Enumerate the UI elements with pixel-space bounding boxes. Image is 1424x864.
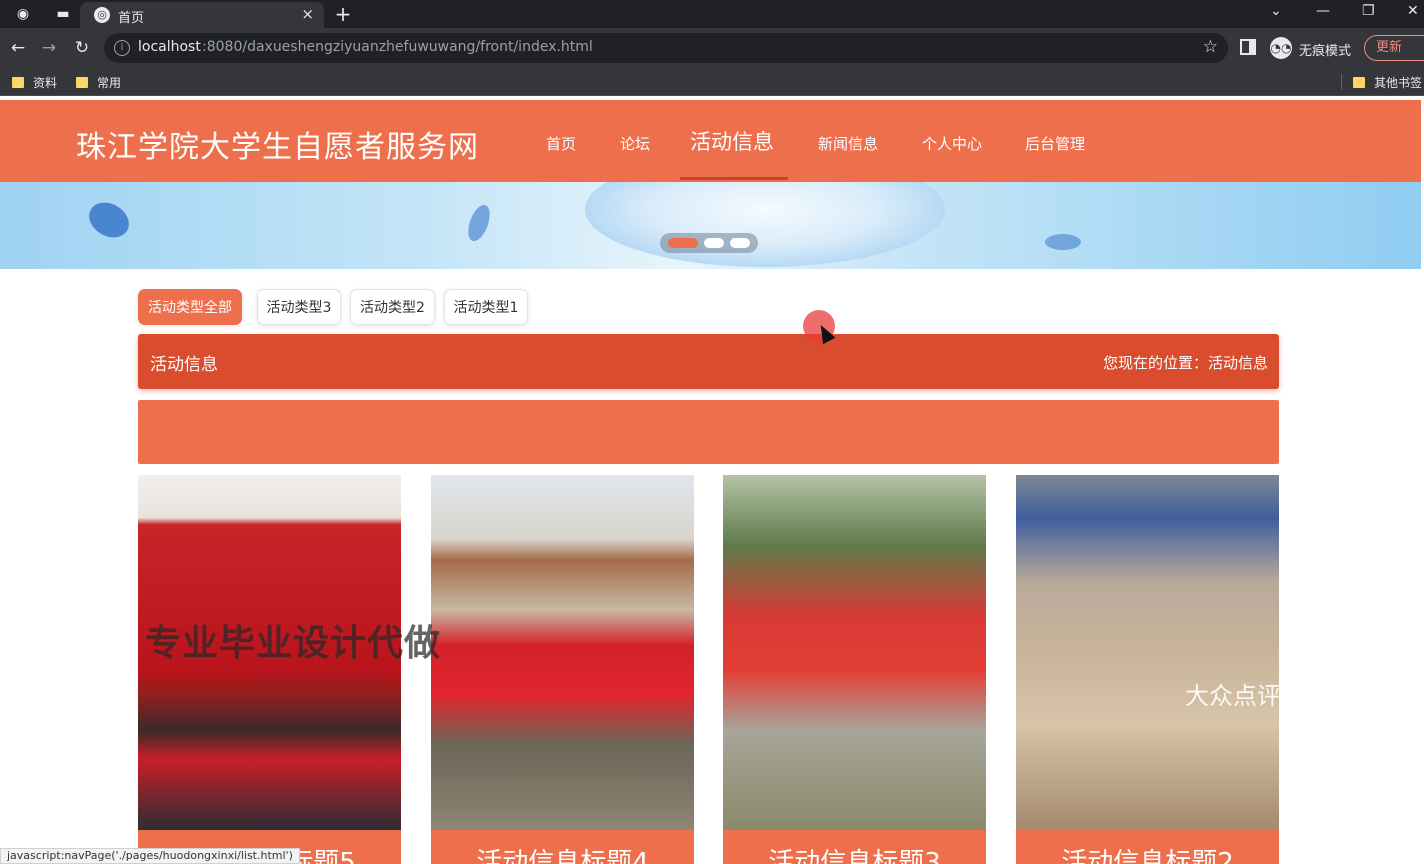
section-title: 活动信息	[150, 355, 218, 375]
photo-content	[723, 475, 986, 830]
card-title[interactable]: 活动信息标题2	[1016, 830, 1279, 864]
activity-card[interactable]: 活动信息标题2	[1016, 475, 1279, 864]
incognito-label: 无痕模式	[1299, 44, 1352, 59]
bookmark-folder-ziliao[interactable]: 资料	[12, 74, 57, 91]
activity-photo[interactable]	[1016, 475, 1279, 830]
chevron-down-icon[interactable]: ⌄	[1270, 3, 1282, 19]
banner-petal	[1045, 234, 1081, 250]
minimize-icon[interactable]: —	[1316, 3, 1330, 19]
back-icon[interactable]: ←	[6, 36, 30, 60]
star-icon[interactable]: ☆	[1203, 37, 1218, 57]
browser-tab[interactable]: ◎ 首页 ×	[80, 2, 324, 28]
photo-content	[431, 475, 694, 830]
browser-toolbar: ← → ↻ i localhost :8080/daxueshengziyuan…	[0, 28, 1424, 68]
nav-activity[interactable]: 活动信息	[690, 126, 774, 156]
banner-flower-image	[585, 182, 945, 267]
new-tab-button[interactable]: +	[334, 4, 352, 24]
filter-all[interactable]: 活动类型全部	[138, 289, 242, 325]
nav-active-indicator	[680, 177, 788, 180]
carousel-dots	[660, 233, 758, 253]
banner-petal	[464, 202, 494, 244]
carousel-dot-1[interactable]	[668, 238, 698, 248]
address-bar[interactable]: i localhost :8080/daxueshengziyuanzhefuw…	[104, 33, 1228, 63]
activity-photo[interactable]	[431, 475, 694, 830]
tab-title: 首页	[118, 11, 145, 26]
restore-icon[interactable]: ❐	[1362, 3, 1375, 19]
search-band	[138, 400, 1279, 464]
activity-card[interactable]: 活动信息标题5	[138, 475, 401, 864]
info-icon[interactable]: i	[114, 40, 130, 56]
url-host: localhost	[138, 39, 201, 55]
filter-type-3[interactable]: 活动类型3	[257, 289, 341, 325]
bookmark-label: 其他书签	[1374, 76, 1423, 90]
filter-type-2[interactable]: 活动类型2	[350, 289, 435, 325]
folder-icon	[76, 77, 88, 88]
update-button[interactable]: 更新	[1364, 35, 1424, 61]
browser-tabbar: ◉ ▬ ◎ 首页 × + ⌄ — ❐ ✕	[0, 0, 1424, 28]
activity-card[interactable]: 活动信息标题4	[431, 475, 694, 864]
nav-profile[interactable]: 个人中心	[922, 133, 982, 154]
current-location: 您现在的位置：活动信息	[1102, 354, 1268, 372]
site-header: 珠江学院大学生自愿者服务网 首页 论坛 活动信息 新闻信息 个人中心 后台管理	[0, 100, 1421, 182]
bookmarks-bar: 资料 常用 其他书签	[0, 68, 1424, 96]
carousel-dot-3[interactable]	[730, 238, 750, 248]
photo-watermark: 大众点评	[1185, 682, 1281, 710]
site-title: 珠江学院大学生自愿者服务网	[76, 130, 479, 165]
photo-content	[1016, 475, 1279, 830]
card-title[interactable]: 活动信息标题3	[723, 830, 986, 864]
close-window-icon[interactable]: ✕	[1407, 3, 1419, 19]
other-bookmarks[interactable]: 其他书签	[1353, 74, 1422, 91]
nav-admin[interactable]: 后台管理	[1025, 133, 1085, 154]
activity-card[interactable]: 活动信息标题3	[723, 475, 986, 864]
activity-photo[interactable]	[723, 475, 986, 830]
incognito-icon[interactable]: ◔◔	[1270, 37, 1292, 59]
reload-icon[interactable]: ↻	[70, 36, 94, 60]
window-icon[interactable]: ▬	[54, 5, 72, 23]
nav-home[interactable]: 首页	[546, 133, 576, 154]
folder-icon	[1353, 77, 1365, 88]
forward-icon[interactable]: →	[37, 36, 61, 60]
watermark-text: 专业毕业设计代做	[145, 623, 442, 664]
tab-close-button[interactable]: ×	[301, 5, 314, 23]
sidepanel-icon[interactable]	[1240, 39, 1256, 55]
status-bar-url: javascript:navPage('./pages/huodongxinxi…	[0, 848, 300, 864]
folder-icon	[12, 77, 24, 88]
bookmark-label: 常用	[97, 76, 122, 90]
bookmark-folder-changyong[interactable]: 常用	[76, 74, 121, 91]
nav-news[interactable]: 新闻信息	[818, 133, 878, 154]
bookmark-divider	[1341, 74, 1342, 90]
banner-petal	[82, 195, 136, 245]
card-title[interactable]: 活动信息标题4	[431, 830, 694, 864]
breadcrumb: 活动信息 您现在的位置：活动信息	[138, 334, 1279, 389]
url-path: :8080/daxueshengziyuanzhefuwuwang/front/…	[202, 39, 593, 55]
globe-icon[interactable]: ◉	[14, 5, 32, 23]
globe-icon: ◎	[94, 7, 110, 23]
web-page: 珠江学院大学生自愿者服务网 首页 论坛 活动信息 新闻信息 个人中心 后台管理 …	[0, 96, 1424, 864]
nav-forum[interactable]: 论坛	[620, 133, 650, 154]
banner-carousel[interactable]	[0, 182, 1421, 269]
filter-type-1[interactable]: 活动类型1	[444, 289, 528, 325]
carousel-dot-2[interactable]	[704, 238, 724, 248]
bookmark-label: 资料	[33, 76, 58, 90]
